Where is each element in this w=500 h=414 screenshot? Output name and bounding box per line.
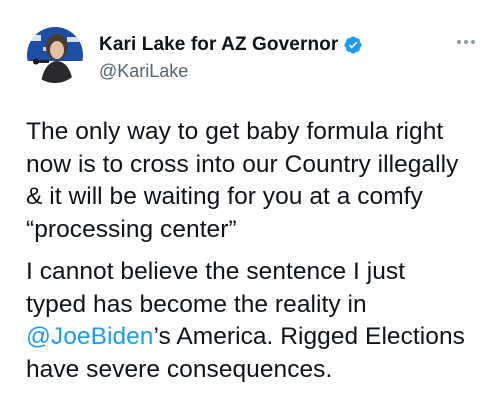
- text-fragment: ’s America. Rigged Elections: [153, 323, 465, 350]
- name-row: Kari Lake for AZ Governor: [99, 34, 363, 56]
- more-dot: [464, 40, 468, 44]
- tweet: Kari Lake for AZ Governor @KariLake The …: [0, 0, 500, 414]
- text-line: & it will be waiting for you at a comfy: [26, 183, 423, 210]
- more-dot: [471, 40, 475, 44]
- text-line: I cannot believe the sentence I just: [26, 258, 406, 285]
- avatar[interactable]: [27, 27, 83, 83]
- text-line: now is to cross into our Country illegal…: [26, 150, 459, 178]
- handle[interactable]: @KariLake: [99, 61, 188, 82]
- tweet-text-paragraph-2: I cannot believe the sentence I just typ…: [26, 256, 496, 386]
- text-line: The only way to get baby formula right: [26, 118, 444, 145]
- text-line: typed has become the reality in: [26, 290, 367, 318]
- verified-badge-icon: [343, 35, 363, 55]
- text-line-with-mention: @JoeBiden’s America. Rigged Elections: [26, 321, 496, 354]
- mention-link[interactable]: @JoeBiden: [26, 323, 153, 350]
- text-line: “processing center”: [26, 215, 237, 243]
- tweet-text-paragraph-1: The only way to get baby formula right n…: [26, 116, 496, 246]
- more-dot: [457, 40, 461, 44]
- text-line: have severe consequences.: [26, 355, 333, 383]
- display-name[interactable]: Kari Lake for AZ Governor: [99, 34, 338, 56]
- more-options-icon[interactable]: [452, 32, 480, 52]
